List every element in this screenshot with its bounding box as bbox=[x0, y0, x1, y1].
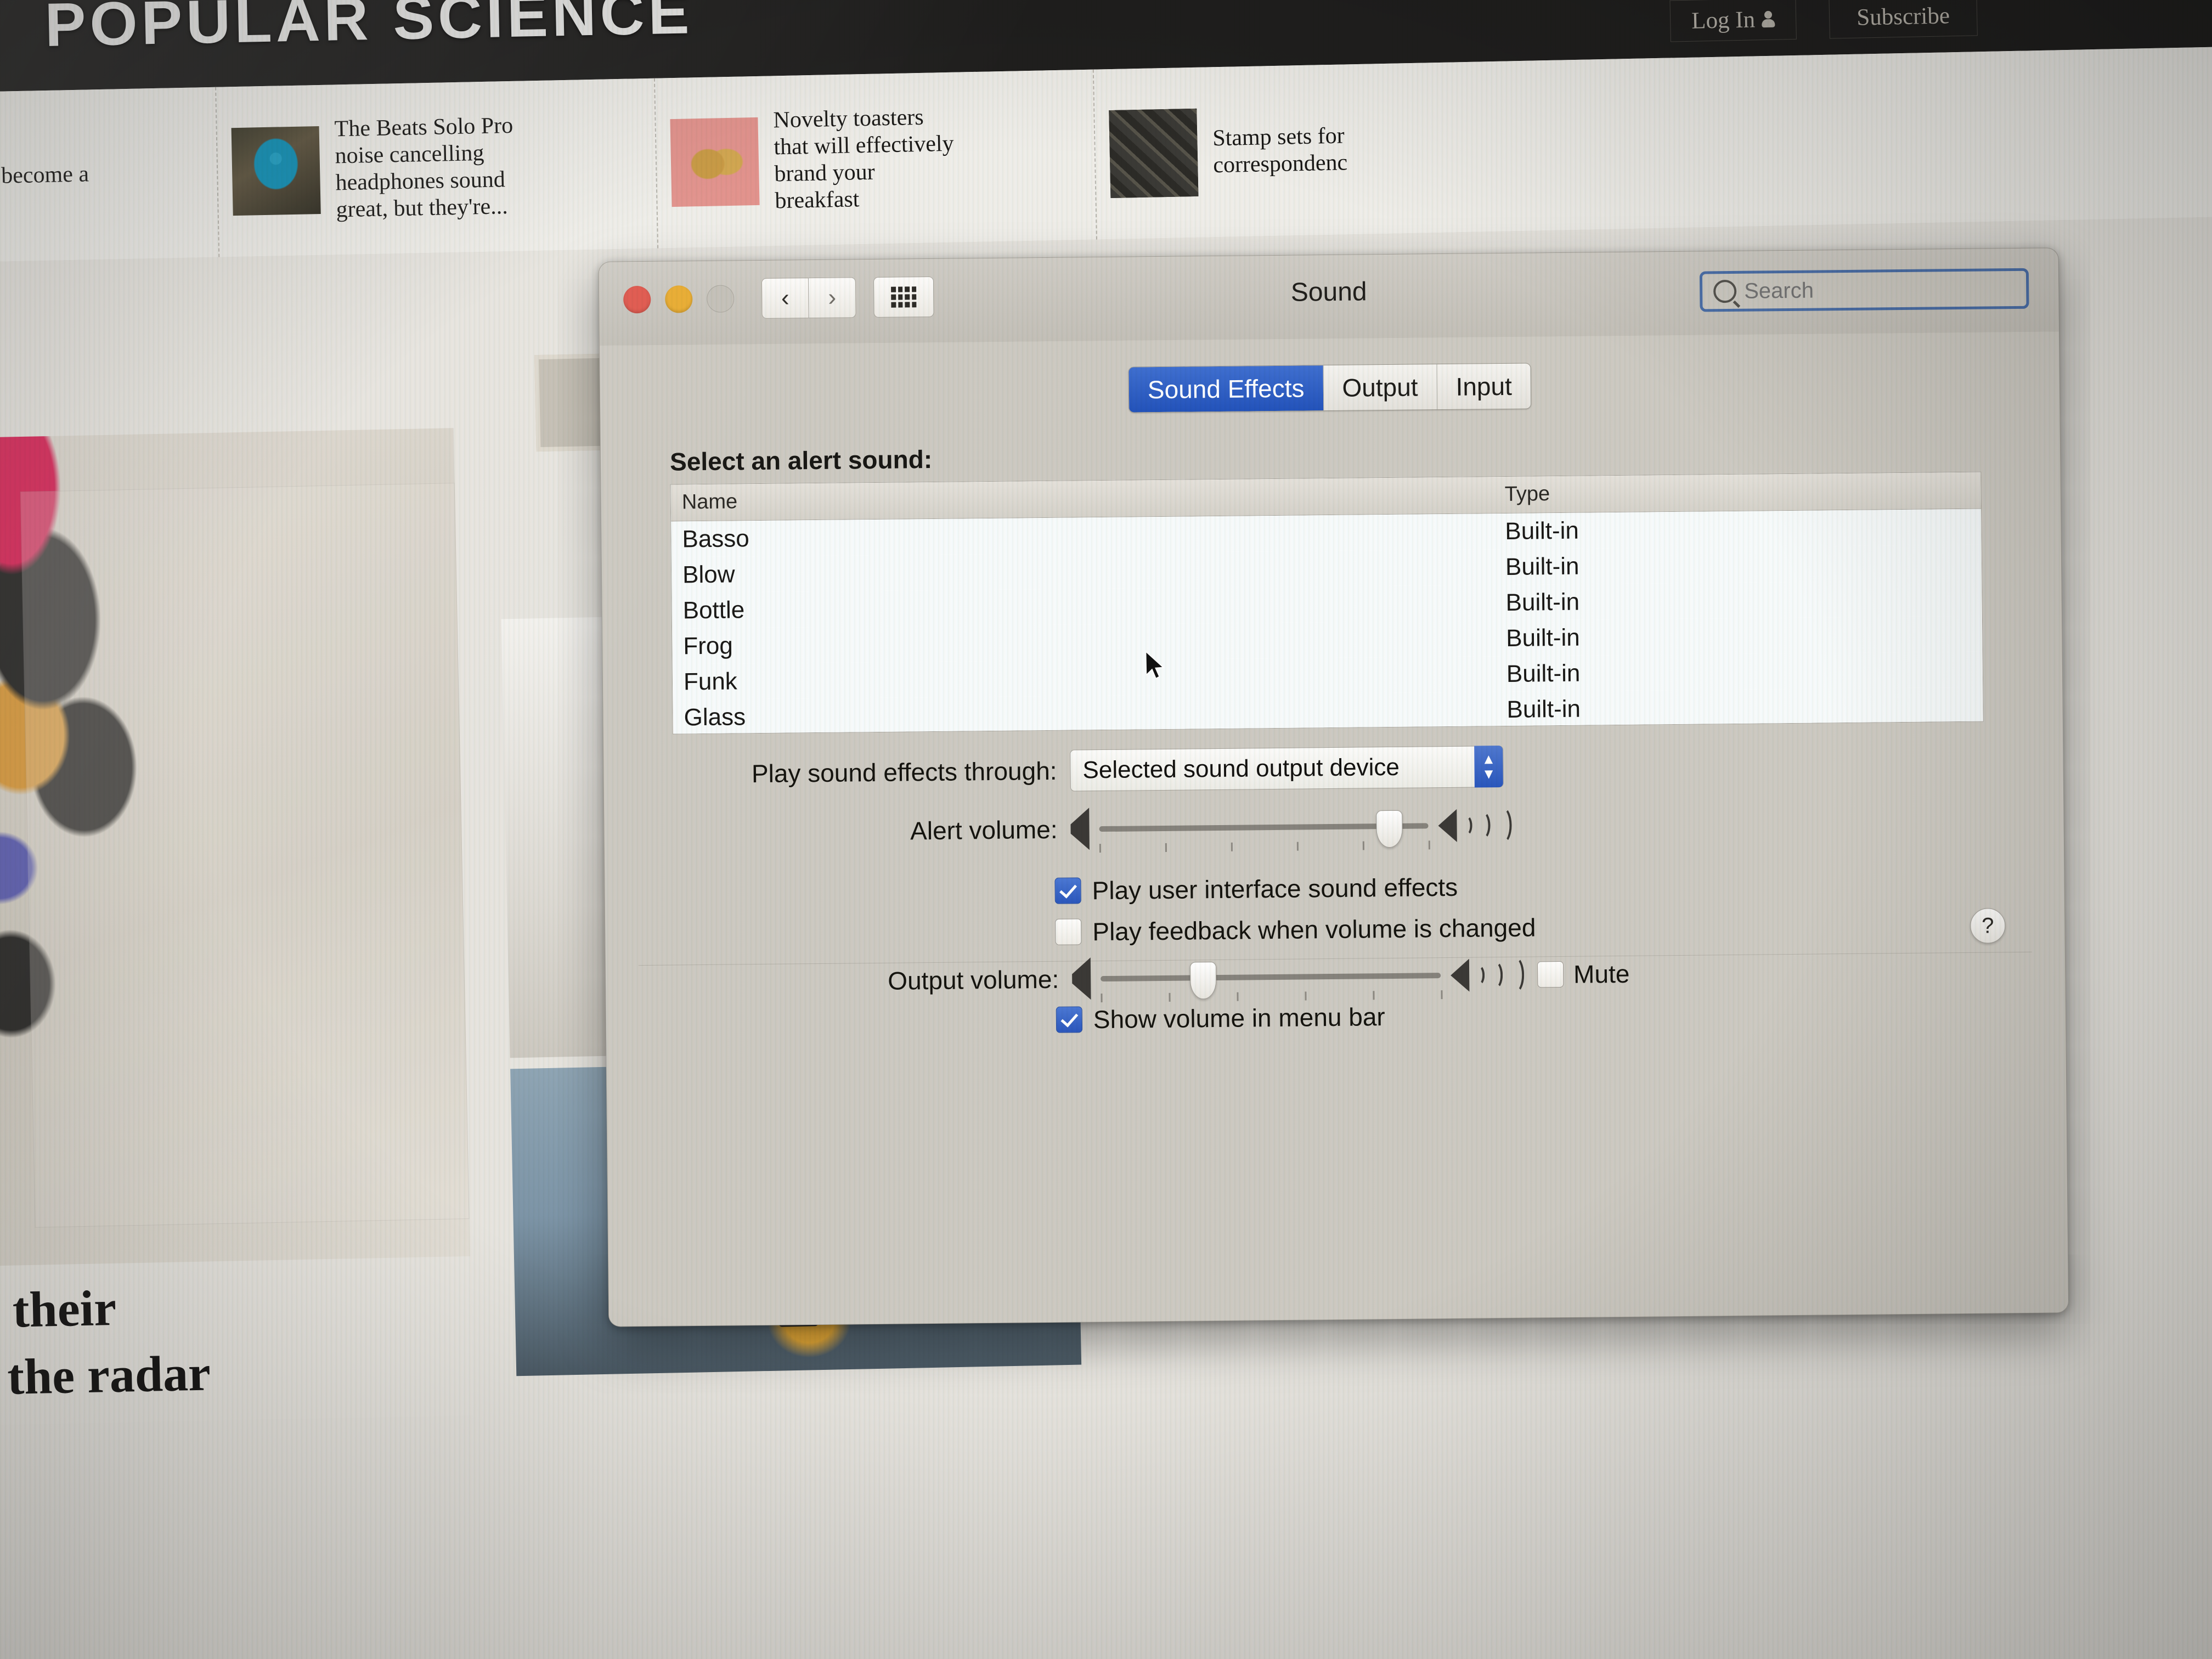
play-feedback-label: Play feedback when volume is changed bbox=[1092, 913, 1536, 946]
sound-type: Built-in bbox=[1506, 624, 1580, 652]
teaser-title: Novelty toasters that will effectively b… bbox=[773, 104, 954, 214]
output-volume-label: Output volume: bbox=[888, 964, 1059, 995]
output-volume-row: Output volume: Mute bbox=[675, 951, 1992, 1003]
mute-checkbox-row[interactable]: Mute bbox=[1537, 959, 1630, 990]
hero-photo bbox=[0, 428, 470, 1266]
toast-thumbnail bbox=[670, 117, 760, 207]
play-ui-sound-effects-checkbox-row[interactable]: Play user interface sound effects bbox=[1054, 872, 1458, 906]
chevron-up-glyph: ▲ bbox=[1481, 751, 1496, 768]
hero-article-card[interactable]: d their r the radar bbox=[0, 428, 473, 1425]
column-header-type[interactable]: Type bbox=[1493, 472, 1977, 513]
teaser-card[interactable]: Stamp sets for correspondenc bbox=[1094, 61, 1536, 240]
checkbox-checked-icon[interactable] bbox=[1054, 877, 1081, 904]
slider-thumb[interactable] bbox=[1189, 962, 1217, 1000]
sound-type: Built-in bbox=[1506, 659, 1581, 687]
teaser-title: Stamp sets for correspondenc bbox=[1212, 123, 1348, 178]
slider-track bbox=[1101, 973, 1441, 982]
search-icon bbox=[1713, 279, 1737, 303]
search-field[interactable] bbox=[1699, 268, 2029, 312]
popular-science-logo[interactable]: POPULAR SCIENCE bbox=[44, 0, 693, 60]
speaker-loud-icon bbox=[1438, 806, 1512, 844]
sound-type: Built-in bbox=[1506, 695, 1581, 723]
speaker-loud-icon bbox=[1450, 956, 1525, 994]
sound-type: Built-in bbox=[1505, 517, 1579, 545]
teaser-title: p you become a bbox=[0, 161, 89, 190]
help-button[interactable]: ? bbox=[1970, 908, 2006, 944]
speaker-quiet-icon bbox=[1071, 957, 1091, 1000]
checkbox-checked-icon[interactable] bbox=[1056, 1006, 1083, 1033]
output-volume-slider[interactable] bbox=[1101, 956, 1443, 1003]
tab-sound-effects[interactable]: Sound Effects bbox=[1128, 365, 1324, 413]
sound-name: Bottle bbox=[682, 596, 745, 624]
mute-label: Mute bbox=[1573, 959, 1630, 989]
tab-input[interactable]: Input bbox=[1437, 363, 1531, 410]
teaser-title: The Beats Solo Pro noise cancelling head… bbox=[334, 112, 514, 223]
speaker-quiet-icon bbox=[1070, 808, 1090, 850]
slider-ticks bbox=[1099, 840, 1430, 854]
mouse-cursor-icon bbox=[1145, 650, 1165, 680]
window-titlebar[interactable]: ‹ › Sound bbox=[599, 248, 2059, 346]
select-alert-sound-label: Select an alert sound: bbox=[669, 444, 933, 476]
alert-volume-row: Alert volume: bbox=[673, 802, 1990, 853]
checkbox-unchecked-icon[interactable] bbox=[1055, 918, 1082, 945]
sound-name: Blow bbox=[682, 560, 735, 588]
hero-photo-frame bbox=[20, 483, 470, 1228]
alert-volume-label: Alert volume: bbox=[910, 815, 1058, 845]
chevron-down-glyph: ▼ bbox=[1481, 765, 1496, 782]
teaser-card[interactable]: p you become a bbox=[0, 87, 220, 262]
subscribe-button[interactable]: Subscribe bbox=[1829, 0, 1978, 39]
sound-name: Funk bbox=[683, 667, 738, 695]
photographed-monitor: ...and New Technology | Popular Sci... P… bbox=[0, 0, 2212, 1659]
sound-type: Built-in bbox=[1505, 552, 1579, 580]
monitor-screen-surface: ...and New Technology | Popular Sci... P… bbox=[0, 0, 2212, 1659]
teaser-card[interactable]: The Beats Solo Pro noise cancelling head… bbox=[216, 78, 659, 257]
sound-preferences-window: ‹ › Sound Search Sound Effects Output In… bbox=[598, 247, 2069, 1327]
login-button[interactable]: Log In bbox=[1669, 0, 1797, 42]
window-content: Sound Effects Output Input Select an ale… bbox=[600, 331, 2069, 1327]
question-mark-icon: ? bbox=[1982, 913, 1994, 938]
output-device-value: Selected sound output device bbox=[1082, 753, 1400, 784]
sound-name: Frog bbox=[683, 631, 733, 659]
play-through-label: Play sound effects through: bbox=[751, 756, 1057, 788]
person-icon bbox=[1762, 11, 1775, 27]
hero-headline: d their r the radar bbox=[0, 1279, 211, 1406]
search-input[interactable] bbox=[1742, 276, 1976, 304]
slider-ticks bbox=[1101, 990, 1443, 1003]
subscribe-label: Subscribe bbox=[1856, 2, 1950, 31]
show-volume-in-menu-bar-checkbox-row[interactable]: Show volume in menu bar bbox=[1056, 1002, 1385, 1035]
play-through-row: Play sound effects through: Selected sou… bbox=[673, 741, 1990, 795]
teaser-card[interactable]: Novelty toasters that will effectively b… bbox=[654, 69, 1097, 249]
sound-type: Built-in bbox=[1505, 588, 1580, 616]
sound-name: Glass bbox=[684, 703, 746, 731]
alert-volume-slider[interactable] bbox=[1099, 806, 1430, 853]
alert-sound-table[interactable]: Name Type Basso Built-in Blow Built-in B… bbox=[670, 471, 1984, 735]
headphones-thumbnail bbox=[231, 126, 321, 216]
checkbox-unchecked-icon[interactable] bbox=[1537, 961, 1564, 988]
stamps-thumbnail bbox=[1109, 108, 1199, 199]
show-volume-label: Show volume in menu bar bbox=[1093, 1002, 1385, 1034]
tab-output[interactable]: Output bbox=[1323, 364, 1437, 411]
chevron-updown-icon[interactable]: ▲ ▼ bbox=[1474, 746, 1503, 788]
tab-bar: Sound Effects Output Input bbox=[1128, 363, 1532, 413]
sound-name: Basso bbox=[682, 524, 749, 552]
output-device-dropdown[interactable]: Selected sound output device ▲ ▼ bbox=[1070, 746, 1504, 792]
slider-thumb[interactable] bbox=[1376, 810, 1403, 848]
login-label: Log In bbox=[1691, 6, 1756, 34]
play-ui-sound-effects-label: Play user interface sound effects bbox=[1092, 872, 1458, 905]
play-feedback-checkbox-row[interactable]: Play feedback when volume is changed bbox=[1055, 912, 1536, 946]
